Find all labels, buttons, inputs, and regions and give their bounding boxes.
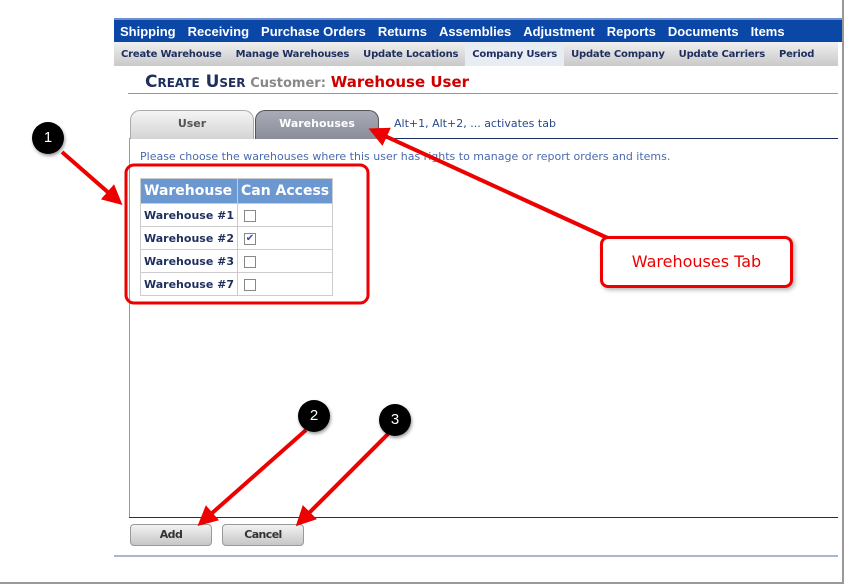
table-row: Warehouse #7 <box>140 272 334 296</box>
main-nav: Shipping Receiving Purchase Orders Retur… <box>114 18 842 42</box>
warehouses-tab-callout: Warehouses Tab <box>600 236 793 288</box>
customer-label: Customer: <box>250 76 326 91</box>
warehouse-name: Warehouse #7 <box>140 272 238 296</box>
warehouse-name: Warehouse #3 <box>140 249 238 273</box>
nav-items[interactable]: Items <box>745 24 791 39</box>
nav-receiving[interactable]: Receiving <box>182 24 255 39</box>
header-can-access: Can Access <box>236 178 334 204</box>
warehouse-name: Warehouse #2 <box>140 226 238 250</box>
nav-adjustment[interactable]: Adjustment <box>517 24 601 39</box>
table-row: Warehouse #1 <box>140 203 334 227</box>
marker-3: 3 <box>379 404 411 436</box>
warehouse-access-table: Warehouse Can Access Warehouse #1 Wareho… <box>140 178 334 296</box>
nav-returns[interactable]: Returns <box>372 24 433 39</box>
marker-1: 1 <box>32 122 64 154</box>
access-checkbox[interactable] <box>243 209 256 222</box>
panel-border-left <box>129 138 130 518</box>
access-checkbox[interactable]: ✔ <box>243 232 256 245</box>
panel-border-top <box>378 138 838 139</box>
page-title-text: Create User <box>145 72 246 92</box>
subnav-update-locations[interactable]: Update Locations <box>356 42 465 66</box>
add-button[interactable]: Add <box>130 524 212 546</box>
nav-assemblies[interactable]: Assemblies <box>433 24 517 39</box>
marker-2: 2 <box>298 400 330 432</box>
subnav-update-carriers[interactable]: Update Carriers <box>672 42 772 66</box>
cancel-button[interactable]: Cancel <box>222 524 304 546</box>
table-row: Warehouse #2 ✔ <box>140 226 334 250</box>
page-title: Create User Customer: Warehouse User <box>145 72 469 92</box>
header-warehouse: Warehouse <box>140 178 238 204</box>
instructions: Please choose the warehouses where this … <box>140 150 671 163</box>
nav-reports[interactable]: Reports <box>601 24 662 39</box>
footer-divider <box>114 555 838 557</box>
subnav-manage-warehouses[interactable]: Manage Warehouses <box>229 42 357 66</box>
nav-shipping[interactable]: Shipping <box>114 24 182 39</box>
subnav-create-warehouse[interactable]: Create Warehouse <box>114 42 229 66</box>
tab-user[interactable]: User <box>130 110 254 139</box>
warehouse-name: Warehouse #1 <box>140 203 238 227</box>
access-checkbox[interactable] <box>243 255 256 268</box>
sub-nav: Create Warehouse Manage Warehouses Updat… <box>114 42 838 66</box>
nav-purchase-orders[interactable]: Purchase Orders <box>255 24 372 39</box>
subnav-period[interactable]: Period <box>772 42 821 66</box>
tab-warehouses[interactable]: Warehouses <box>255 110 379 139</box>
access-checkbox[interactable] <box>243 278 256 291</box>
subnav-company-users[interactable]: Company Users <box>465 42 565 66</box>
nav-documents[interactable]: Documents <box>662 24 745 39</box>
title-divider <box>128 93 838 94</box>
table-row: Warehouse #3 <box>140 249 334 273</box>
customer-value: Warehouse User <box>330 73 470 91</box>
tab-hint: Alt+1, Alt+2, ... activates tab <box>394 117 556 130</box>
subnav-update-company[interactable]: Update Company <box>564 42 672 66</box>
panel-border-bottom <box>129 517 838 518</box>
